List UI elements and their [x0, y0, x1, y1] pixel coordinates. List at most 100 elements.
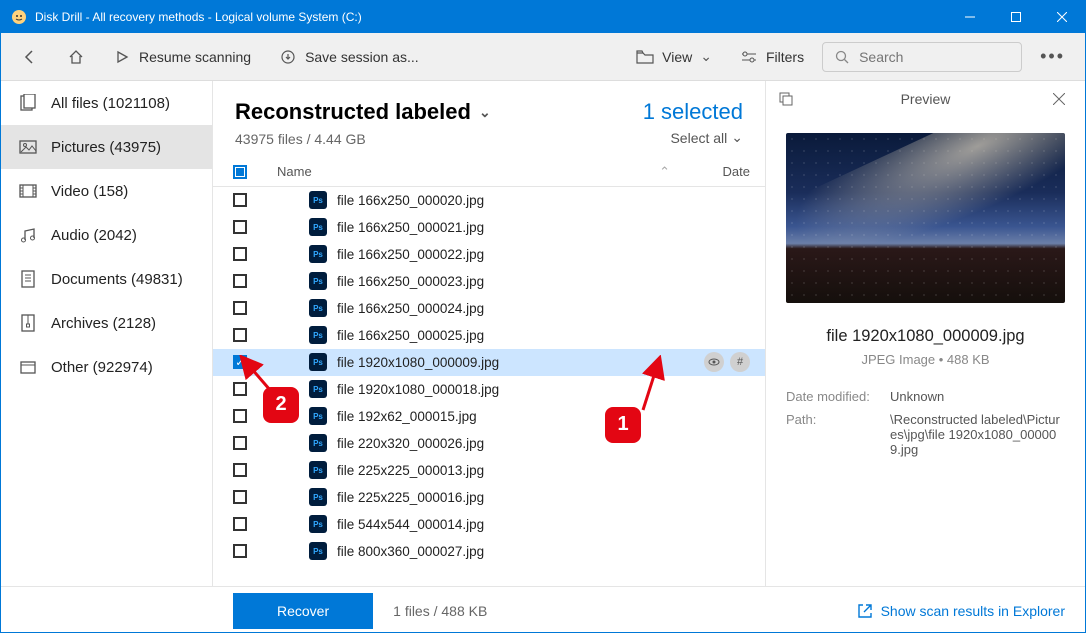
preview-expand-button[interactable] [778, 91, 798, 107]
file-checkbox[interactable] [233, 193, 247, 207]
filters-icon [740, 48, 758, 66]
content-area: All files (1021108) Pictures (43975) Vid… [1, 81, 1085, 586]
file-row[interactable]: Psfile 225x225_000013.jpg# [213, 457, 765, 484]
file-row[interactable]: Psfile 800x360_000027.jpg# [213, 538, 765, 565]
sidebar-item-other[interactable]: Other (922974) [1, 345, 212, 389]
home-button[interactable] [57, 42, 95, 72]
search-input[interactable] [859, 49, 1009, 65]
preview-meta: file 1920x1080_000009.jpg JPEG Image • 4… [766, 319, 1085, 381]
file-checkbox[interactable] [233, 463, 247, 477]
save-session-button[interactable]: Save session as... [269, 42, 429, 72]
file-listing-pane: Reconstructed labeled ⌄ 43975 files / 4.… [213, 81, 765, 586]
column-date-header[interactable]: Date [710, 164, 750, 179]
chevron-down-icon: ⌄ [700, 48, 712, 65]
file-row[interactable]: Psfile 220x320_000026.jpg# [213, 430, 765, 457]
back-button[interactable] [11, 42, 49, 72]
archives-icon [19, 314, 37, 332]
sidebar-item-documents[interactable]: Documents (49831) [1, 257, 212, 301]
back-arrow-icon [21, 48, 39, 66]
preview-image [786, 133, 1065, 303]
window-title: Disk Drill - All recovery methods - Logi… [35, 10, 947, 24]
recover-button[interactable]: Recover [233, 593, 373, 629]
preview-title: Preview [798, 91, 1053, 107]
view-button[interactable]: View ⌄ [626, 42, 722, 72]
sort-asc-icon: ⌃ [659, 164, 670, 180]
category-sidebar: All files (1021108) Pictures (43975) Vid… [1, 81, 213, 586]
preview-panel: Preview file 1920x1080_000009.jpg JPEG I… [765, 81, 1085, 586]
table-header: Name ⌃ Date [213, 158, 765, 187]
file-checkbox[interactable] [233, 409, 247, 423]
resume-scanning-button[interactable]: Resume scanning [103, 42, 261, 72]
column-name-header[interactable]: Name ⌃ [277, 164, 710, 180]
file-checkbox[interactable] [233, 220, 247, 234]
file-row[interactable]: Psfile 166x250_000025.jpg# [213, 322, 765, 349]
file-list[interactable]: 1 2 Psfile 166x250_000020.jpg#Psfile 166… [213, 187, 765, 587]
window-controls [947, 1, 1085, 33]
select-all-link[interactable]: Select all ⌄ [670, 129, 743, 146]
file-checkbox[interactable] [233, 301, 247, 315]
file-row[interactable]: Psfile 166x250_000023.jpg# [213, 268, 765, 295]
date-modified-label: Date modified: [786, 389, 876, 404]
preview-eye-button[interactable] [704, 352, 724, 372]
file-row[interactable]: ✓Psfile 1920x1080_000009.jpg# [213, 349, 765, 376]
sidebar-item-pictures[interactable]: Pictures (43975) [1, 125, 212, 169]
preview-header: Preview [766, 81, 1085, 117]
sidebar-item-archives[interactable]: Archives (2128) [1, 301, 212, 345]
file-checkbox[interactable] [233, 274, 247, 288]
sidebar-item-all-files[interactable]: All files (1021108) [1, 81, 212, 125]
sidebar-item-audio[interactable]: Audio (2042) [1, 213, 212, 257]
file-name: file 544x544_000014.jpg [337, 517, 750, 532]
sidebar-label: Other (922974) [51, 359, 153, 376]
file-checkbox[interactable] [233, 328, 247, 342]
video-icon [19, 182, 37, 200]
file-row[interactable]: Psfile 166x250_000024.jpg# [213, 295, 765, 322]
file-checkbox[interactable] [233, 247, 247, 261]
folder-title[interactable]: Reconstructed labeled ⌄ [235, 99, 491, 125]
file-checkbox[interactable] [233, 490, 247, 504]
sidebar-item-video[interactable]: Video (158) [1, 169, 212, 213]
play-icon [113, 48, 131, 66]
file-row[interactable]: Psfile 166x250_000022.jpg# [213, 241, 765, 268]
file-name: file 166x250_000023.jpg [337, 274, 750, 289]
date-modified-value: Unknown [890, 389, 1065, 404]
minimize-button[interactable] [947, 1, 993, 33]
audio-icon [19, 226, 37, 244]
file-checkbox[interactable] [233, 517, 247, 531]
photoshop-file-icon: Ps [309, 488, 327, 506]
more-menu-button[interactable]: ••• [1030, 42, 1075, 71]
show-in-explorer-link[interactable]: Show scan results in Explorer [857, 603, 1065, 619]
path-value: \Reconstructed labeled\Pictures\jpg\file… [890, 412, 1065, 457]
file-checkbox[interactable] [233, 436, 247, 450]
external-link-icon [857, 603, 873, 619]
download-icon [279, 48, 297, 66]
listing-header: Reconstructed labeled ⌄ 43975 files / 4.… [213, 81, 765, 158]
file-row[interactable]: Psfile 225x225_000016.jpg# [213, 484, 765, 511]
folder-subtitle: 43975 files / 4.44 GB [235, 131, 491, 147]
file-name: file 166x250_000021.jpg [337, 220, 750, 235]
file-name: file 166x250_000025.jpg [337, 328, 750, 343]
filters-button[interactable]: Filters [730, 42, 814, 72]
bottom-bar: Recover 1 files / 488 KB Show scan resul… [1, 586, 1085, 634]
file-row[interactable]: Psfile 544x544_000014.jpg# [213, 511, 765, 538]
file-row[interactable]: Psfile 166x250_000021.jpg# [213, 214, 765, 241]
photoshop-file-icon: Ps [309, 245, 327, 263]
file-row[interactable]: Psfile 166x250_000020.jpg# [213, 187, 765, 214]
file-checkbox[interactable] [233, 544, 247, 558]
search-box[interactable] [822, 42, 1022, 72]
home-icon [67, 48, 85, 66]
photoshop-file-icon: Ps [309, 299, 327, 317]
search-icon [833, 48, 851, 66]
other-icon [19, 358, 37, 376]
select-all-checkbox[interactable] [233, 165, 247, 179]
hex-view-button[interactable]: # [730, 352, 750, 372]
maximize-button[interactable] [993, 1, 1039, 33]
preview-close-button[interactable] [1053, 93, 1073, 105]
file-name: file 225x225_000016.jpg [337, 490, 750, 505]
recover-info: 1 files / 488 KB [393, 603, 487, 619]
photoshop-file-icon: Ps [309, 380, 327, 398]
photoshop-file-icon: Ps [309, 407, 327, 425]
file-name: file 800x360_000027.jpg [337, 544, 750, 559]
preview-filename: file 1920x1080_000009.jpg [786, 327, 1065, 346]
close-button[interactable] [1039, 1, 1085, 33]
selected-count: 1 selected [643, 99, 743, 125]
